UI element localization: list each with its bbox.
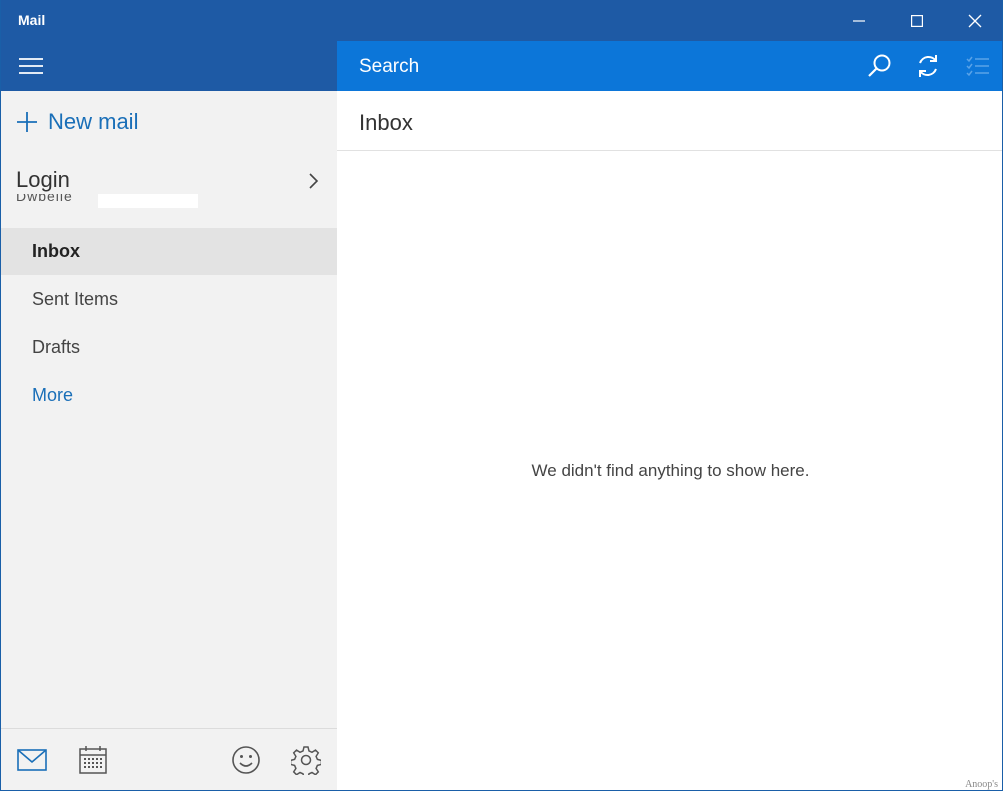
title-bar[interactable]: Mail <box>1 0 1002 41</box>
folder-label: Sent Items <box>32 289 119 309</box>
nav-header <box>1 41 337 91</box>
search-button[interactable] <box>864 51 894 81</box>
settings-button[interactable] <box>289 743 323 777</box>
account-email-text: Dwbelle <box>16 194 73 204</box>
maximize-icon <box>911 14 923 27</box>
search-input[interactable]: Search <box>359 56 419 78</box>
account-selector[interactable]: Login Dwbelle <box>1 161 337 211</box>
settings-icon <box>291 746 321 775</box>
empty-state-message: We didn't find anything to show here. <box>531 461 810 480</box>
search-icon <box>868 54 891 77</box>
plus-icon <box>16 111 38 133</box>
redaction-mark <box>98 194 198 208</box>
account-email: Dwbelle <box>16 194 198 208</box>
mail-icon <box>17 749 47 771</box>
select-mode-icon <box>966 56 989 77</box>
search-bar: Search <box>337 41 1002 91</box>
account-name: Login <box>16 167 70 192</box>
more-label: More <box>32 385 74 405</box>
new-mail-label: New mail <box>48 109 139 134</box>
calendar-button[interactable] <box>76 743 110 777</box>
calendar-icon <box>79 746 107 774</box>
sidebar-footer <box>1 728 337 790</box>
watermark: Anoop's <box>965 779 998 790</box>
message-list-pane: Inbox We didn't find anything to show he… <box>337 91 1002 790</box>
maximize-button[interactable] <box>888 0 946 41</box>
folder-drafts[interactable]: Drafts <box>1 324 337 371</box>
minimize-button[interactable] <box>830 0 888 41</box>
divider <box>337 150 1002 151</box>
app-title: Mail <box>18 12 46 28</box>
sync-icon <box>919 55 937 77</box>
folder-sent-items[interactable]: Sent Items <box>1 276 337 323</box>
sidebar: New mail Login Dwbelle Inbox Sent Items … <box>1 91 337 790</box>
folder-title: Inbox <box>359 110 413 135</box>
mail-button[interactable] <box>15 743 49 777</box>
minimize-icon <box>853 19 865 22</box>
sync-button[interactable] <box>913 51 943 81</box>
new-mail-button[interactable]: New mail <box>16 107 138 137</box>
chevron-right-icon[interactable] <box>303 171 323 191</box>
hamburger-menu-button[interactable] <box>11 50 51 82</box>
folder-inbox[interactable]: Inbox <box>1 228 337 275</box>
select-mode-button[interactable] <box>963 51 993 81</box>
mail-window: Mail Search New mail Login Dwbelle Inbox… <box>0 0 1003 791</box>
close-button[interactable] <box>946 0 1002 41</box>
folder-label: Inbox <box>32 241 80 261</box>
smiley-feedback-icon <box>232 746 260 774</box>
close-icon <box>968 14 982 27</box>
hamburger-menu-icon <box>19 58 43 74</box>
folder-label: Drafts <box>32 337 81 357</box>
more-folders-link[interactable]: More <box>1 372 337 419</box>
feedback-button[interactable] <box>229 743 263 777</box>
